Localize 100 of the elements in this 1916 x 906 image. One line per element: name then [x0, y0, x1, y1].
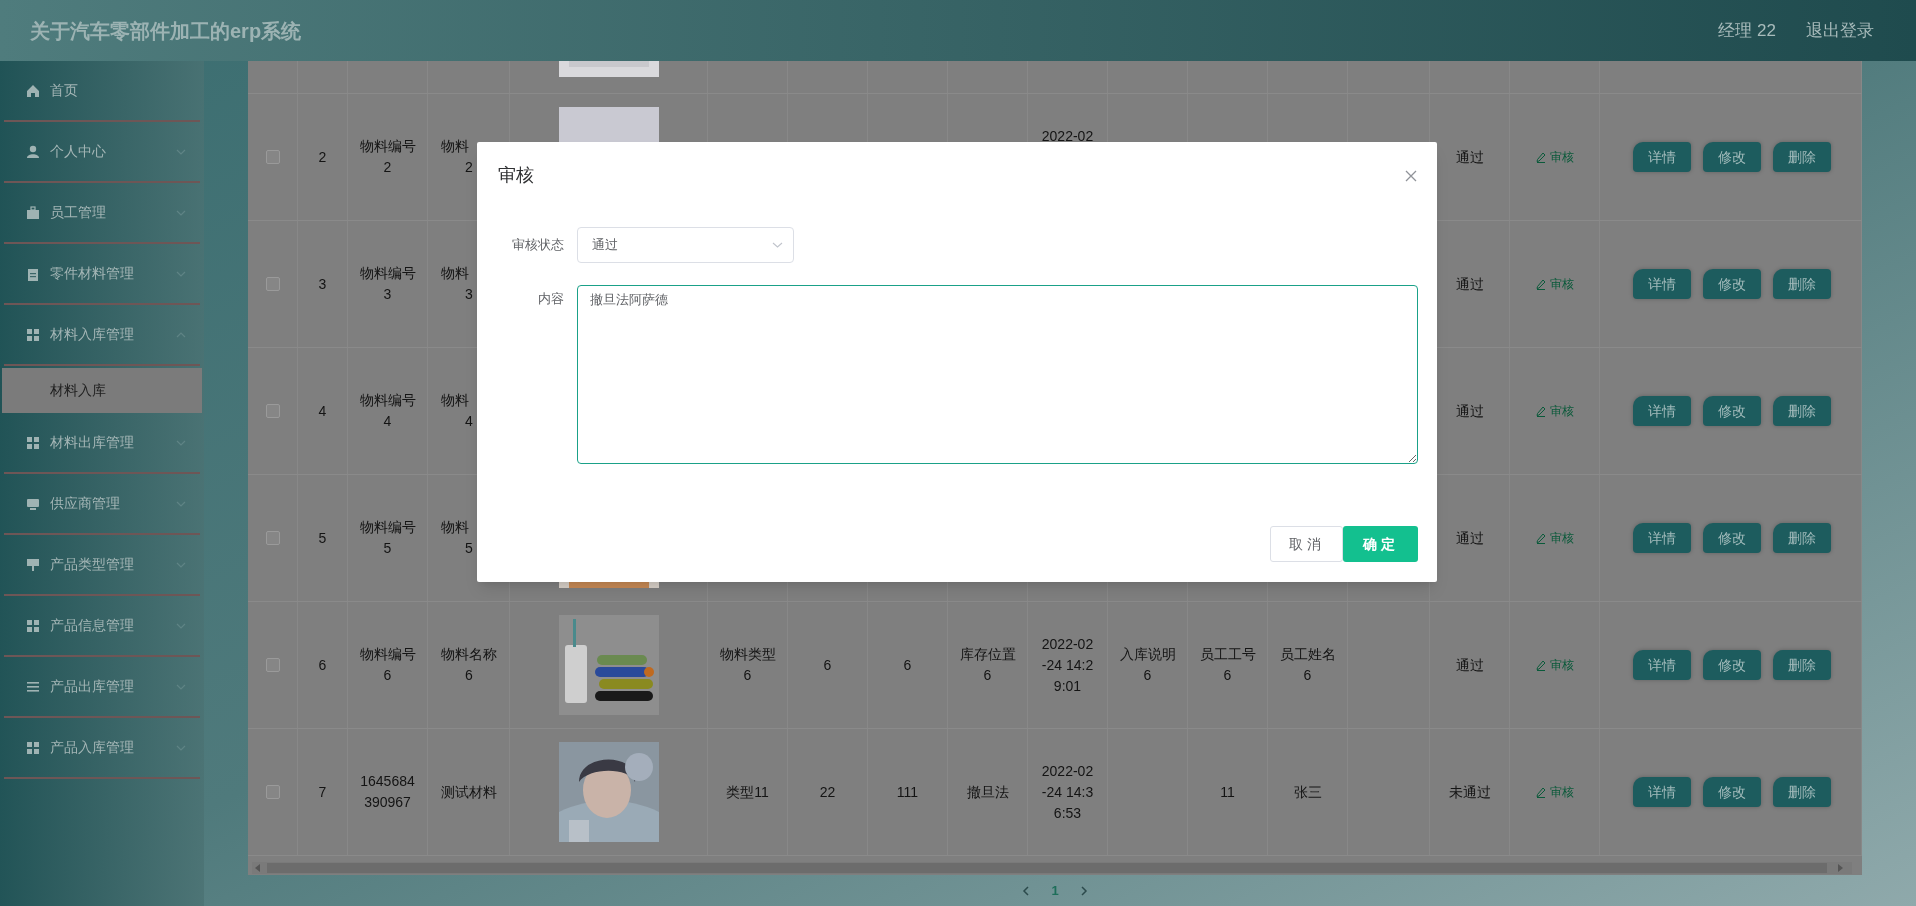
action-button[interactable]: 修改 [1703, 269, 1761, 299]
action-button[interactable]: 删除 [1773, 777, 1831, 807]
checkbox[interactable] [265, 277, 280, 291]
chevron-icon [176, 683, 186, 690]
list-icon [26, 679, 40, 694]
menu-item[interactable]: 员工管理 [4, 183, 200, 244]
briefcase-icon [26, 205, 40, 220]
action-button[interactable]: 详情 [1633, 269, 1691, 299]
action-button[interactable]: 详情 [1633, 777, 1691, 807]
chevron-down-icon [772, 242, 783, 248]
action-button[interactable]: 详情 [1633, 523, 1691, 553]
row-number: 6 [318, 655, 327, 675]
table-cell-text: 测试材料 [441, 782, 497, 802]
pencil-icon [1535, 151, 1546, 163]
action-button[interactable]: 删除 [1773, 269, 1831, 299]
table-cell-text: 物料名称 6 [441, 645, 497, 685]
grid-icon [26, 435, 40, 450]
menu-item[interactable]: 材料入库管理 [4, 305, 200, 366]
action-button[interactable]: 修改 [1703, 396, 1761, 426]
table-cell-text: 11 [1220, 782, 1235, 802]
action-button[interactable]: 详情 [1633, 396, 1691, 426]
checkbox[interactable] [265, 150, 280, 164]
table-cell-text: 入库说明 6 [1119, 645, 1176, 685]
table-cell-text: 撤旦法 [966, 782, 1009, 802]
checkbox[interactable] [265, 404, 280, 418]
menu-item[interactable]: 产品入库管理 [4, 718, 200, 779]
field-label: 审核状态 [511, 236, 564, 254]
action-button[interactable]: 修改 [1703, 777, 1761, 807]
table-cell-text: 1645684 390967 [360, 772, 415, 812]
action-button[interactable]: 修改 [1703, 523, 1761, 553]
cancel-button[interactable]: 取消 [1270, 526, 1343, 562]
checkbox[interactable] [265, 658, 280, 672]
review-link[interactable]: 审核 [1535, 275, 1574, 293]
table-cell-text: 6 [903, 655, 912, 675]
review-link[interactable]: 审核 [1535, 148, 1574, 166]
row-number: 3 [318, 274, 327, 294]
field-label: 内容 [537, 290, 564, 308]
horizontal-scrollbar[interactable] [252, 862, 1852, 874]
action-button[interactable]: 删除 [1773, 396, 1831, 426]
previous-page-icon[interactable] [1022, 885, 1030, 896]
pencil-icon [1535, 786, 1546, 798]
table-cell-text: 张三 [1293, 782, 1322, 802]
logout-link[interactable]: 退出登录 [1806, 17, 1874, 44]
table-cell-text: 物料类型 6 [719, 645, 776, 685]
menu-item[interactable]: 产品类型管理 [4, 535, 200, 596]
review-link[interactable]: 审核 [1535, 783, 1574, 801]
status-text: 通过 [1455, 528, 1484, 548]
action-button[interactable]: 详情 [1633, 650, 1691, 680]
action-button[interactable]: 详情 [1633, 142, 1691, 172]
menu-item[interactable]: 产品信息管理 [4, 596, 200, 657]
row-number: 5 [318, 528, 327, 548]
table-cell-text: 2022-02 [1041, 126, 1094, 146]
chevron-icon [176, 331, 186, 338]
row-number: 7 [318, 782, 327, 802]
table-cell-text: 物料 4 [441, 391, 474, 431]
table-cell-text: 物料 2 [441, 137, 474, 177]
table-cell-text: 2022-02 -24 14:2 9:01 [1041, 634, 1094, 696]
checkbox[interactable] [265, 785, 280, 799]
table-cell-text: 物料编号 6 [359, 645, 416, 685]
home-icon [26, 83, 40, 98]
menu-item[interactable]: 产品出库管理 [4, 657, 200, 718]
content-textarea[interactable]: 撤旦法阿萨德 [577, 285, 1418, 464]
checkbox[interactable] [265, 531, 280, 545]
action-button[interactable]: 删除 [1773, 650, 1831, 680]
table-cell-text: 物料 3 [441, 264, 474, 304]
next-page-icon[interactable] [1080, 885, 1088, 896]
table-cell-text: 物料编号 5 [359, 518, 416, 558]
status-select[interactable]: 通过 [577, 227, 794, 263]
action-button[interactable]: 修改 [1703, 142, 1761, 172]
table-cell-text: 2022-02 -24 14:3 6:53 [1041, 761, 1094, 823]
review-link[interactable]: 审核 [1535, 402, 1574, 420]
table-cell-text: 库存位置 6 [959, 645, 1016, 685]
menu-item[interactable]: 个人中心 [4, 122, 200, 183]
signboard-icon [26, 557, 40, 572]
action-button[interactable]: 删除 [1773, 523, 1831, 553]
pencil-icon [1535, 659, 1546, 671]
menu-item[interactable]: 首页 [4, 61, 200, 122]
menu-item[interactable]: 材料出库管理 [4, 413, 200, 474]
status-text: 未通过 [1448, 782, 1491, 802]
pencil-icon [1535, 405, 1546, 417]
scroll-right-icon[interactable] [1837, 864, 1843, 872]
submenu-item[interactable]: 材料入库 [2, 368, 202, 413]
pencil-icon [1535, 532, 1546, 544]
table-cell-text: 6 [823, 655, 832, 675]
menu-item[interactable]: 零件材料管理 [4, 244, 200, 305]
table-cell-text: 物料 5 [441, 518, 474, 558]
review-link[interactable]: 审核 [1535, 656, 1574, 674]
table-cell-text: 111 [896, 782, 919, 802]
confirm-button[interactable]: 确定 [1343, 526, 1418, 562]
review-link[interactable]: 审核 [1535, 529, 1574, 547]
dialog-title: 审核 [498, 164, 534, 187]
close-icon[interactable] [1405, 169, 1417, 182]
scroll-left-icon[interactable] [255, 864, 261, 872]
table-cell-text: 类型11 [726, 782, 769, 802]
status-text: 通过 [1455, 401, 1484, 421]
chevron-icon [176, 561, 186, 568]
action-button[interactable]: 修改 [1703, 650, 1761, 680]
menu-item[interactable]: 供应商管理 [4, 474, 200, 535]
clipboard-icon [26, 266, 40, 281]
action-button[interactable]: 删除 [1773, 142, 1831, 172]
